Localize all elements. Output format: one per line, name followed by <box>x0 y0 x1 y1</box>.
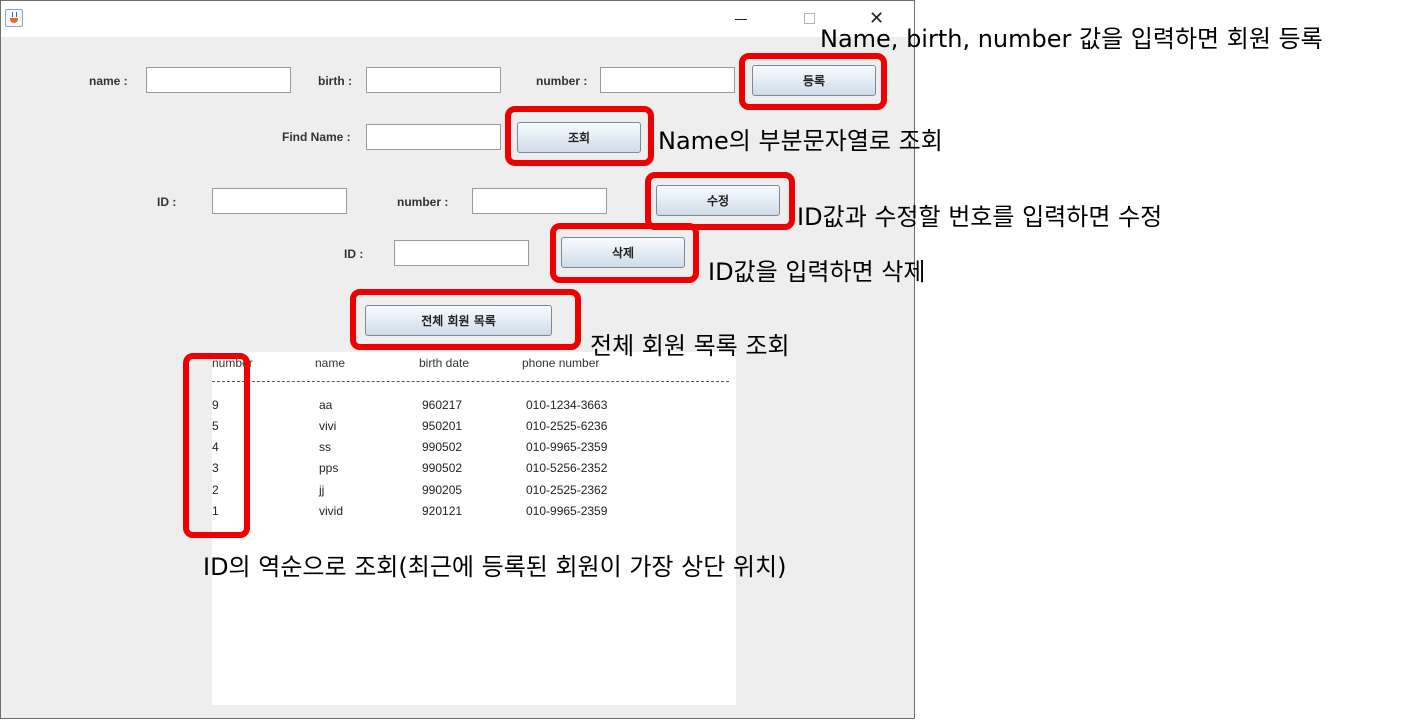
id-column-highlight-box <box>183 353 250 538</box>
table-row-birth: 960217 <box>422 398 463 412</box>
table-row-birth: 920121 <box>422 504 463 518</box>
update-number-input[interactable] <box>472 188 607 214</box>
column-header-name: name <box>315 356 346 370</box>
table-row-phone: 010-2525-6236 <box>526 419 608 433</box>
annotation-list-all: 전체 회원 목록 조회 <box>590 332 790 360</box>
minimize-icon[interactable] <box>735 19 747 20</box>
annotation-update: ID값과 수정할 번호를 입력하면 수정 <box>797 203 1163 231</box>
table-row-birth: 990502 <box>422 461 463 475</box>
table-row-birth: 990502 <box>422 440 463 454</box>
delete-id-label: ID : <box>344 247 364 261</box>
title-bar <box>1 1 914 37</box>
table-row-phone: 010-9965-2359 <box>526 504 608 518</box>
annotation-search: Name의 부분문자열로 조회 <box>658 127 943 155</box>
update-id-label: ID : <box>157 195 177 209</box>
update-id-input[interactable] <box>212 188 347 214</box>
table-row-phone: 010-2525-2362 <box>526 483 608 497</box>
table-row-name: pps <box>319 461 339 475</box>
table-row-phone: 010-5256-2352 <box>526 461 608 475</box>
table-row-name: jj <box>319 483 325 497</box>
table-row-phone: 010-9965-2359 <box>526 440 608 454</box>
list-all-highlight-box <box>350 289 581 350</box>
table-row-name: ss <box>319 440 331 454</box>
name-label: name : <box>89 74 128 88</box>
table-row-birth: 950201 <box>422 419 463 433</box>
table-row-birth: 990205 <box>422 483 463 497</box>
update-highlight-box <box>645 172 795 230</box>
member-list-area[interactable] <box>212 352 736 705</box>
table-row-phone: 010-1234-3663 <box>526 398 608 412</box>
name-input[interactable] <box>146 67 291 93</box>
header-separator <box>212 381 729 382</box>
annotation-delete: ID값을 입력하면 삭제 <box>708 258 926 286</box>
delete-highlight-box <box>550 223 699 283</box>
column-header-phone-number: phone number <box>522 356 600 370</box>
java-app-icon <box>5 9 23 27</box>
number-label: number : <box>536 74 588 88</box>
find-name-label: Find Name : <box>282 130 351 144</box>
update-number-label: number : <box>397 195 449 209</box>
birth-label: birth : <box>318 74 352 88</box>
find-name-input[interactable] <box>366 124 501 150</box>
number-input[interactable] <box>600 67 735 93</box>
table-row-name: vivi <box>319 419 337 433</box>
maximize-icon[interactable] <box>804 13 815 24</box>
delete-id-input[interactable] <box>394 240 529 266</box>
column-header-birth-date: birth date <box>419 356 470 370</box>
search-highlight-box <box>505 106 654 166</box>
table-row-name: vivid <box>319 504 344 518</box>
table-row-name: aa <box>319 398 333 412</box>
register-highlight-box <box>739 53 887 110</box>
annotation-order: ID의 역순으로 조회(최근에 등록된 회원이 가장 상단 위치) <box>203 553 787 581</box>
birth-input[interactable] <box>366 67 501 93</box>
annotation-register: Name, birth, number 값을 입력하면 회원 등록 <box>820 25 1323 53</box>
